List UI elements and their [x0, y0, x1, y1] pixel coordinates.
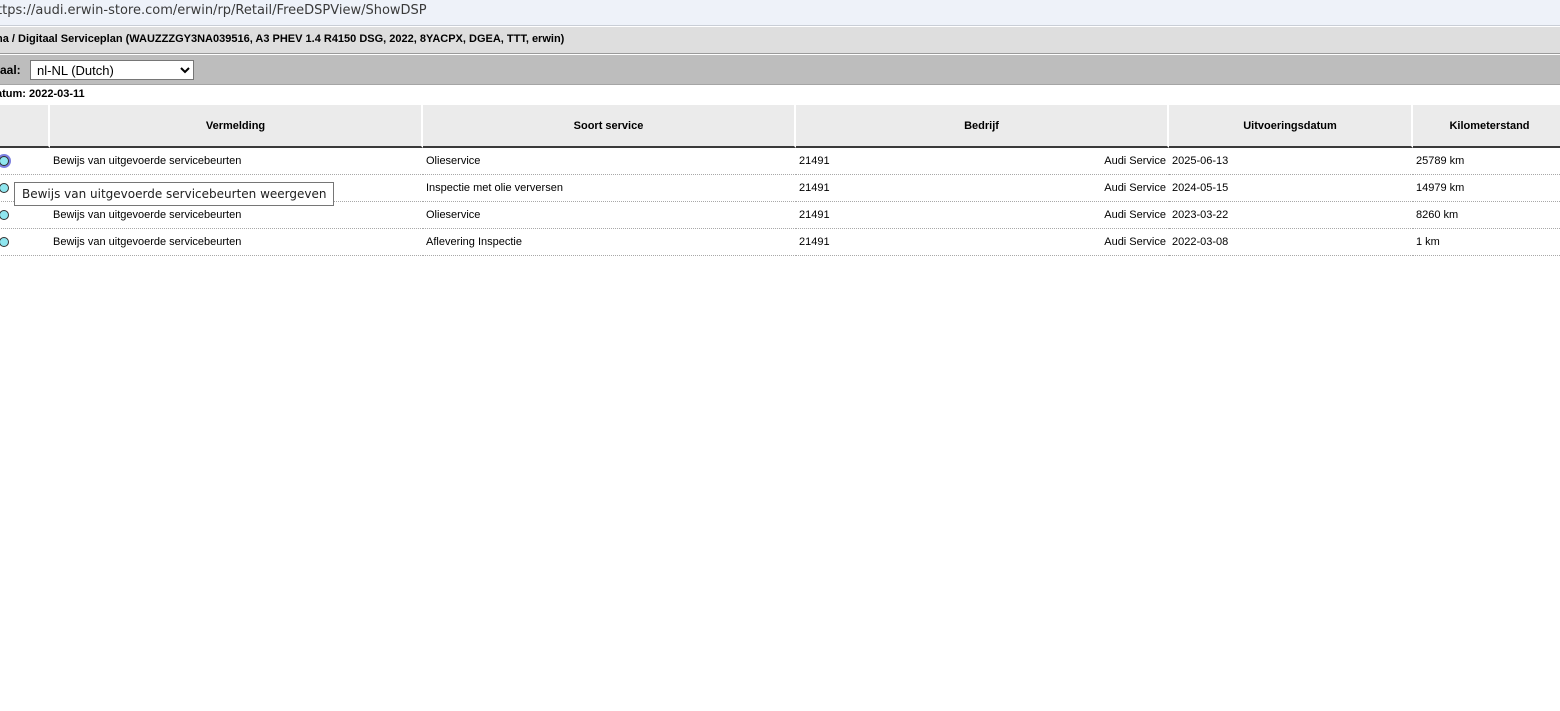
cell-kilometerstand: 14979 km	[1413, 175, 1560, 202]
bedrijf-naam: Audi Service	[1104, 236, 1166, 248]
row-tooltip: Bewijs van uitgevoerde servicebeurten we…	[14, 182, 335, 206]
cell-kilometerstand: 25789 km	[1413, 148, 1560, 175]
cell-bedrijf: 21491 Audi Service	[796, 229, 1169, 256]
cell-vermelding: Bewijs van uitgevoerde servicebeurten	[50, 229, 423, 256]
cell-uitvoeringsdatum: 2024-05-15	[1169, 175, 1413, 202]
cell-soort-service: Aflevering Inspectie	[423, 229, 796, 256]
language-select[interactable]: nl-NL (Dutch)	[30, 60, 194, 80]
table-row[interactable]: Bewijs van uitgevoerde servicebeurten Ol…	[0, 202, 1560, 229]
col-header-select	[0, 105, 50, 148]
col-header-kilometerstand[interactable]: Kilometerstand	[1413, 105, 1560, 148]
cell-kilometerstand: 8260 km	[1413, 202, 1560, 229]
cell-kilometerstand: 1 km	[1413, 229, 1560, 256]
cell-bedrijf: 21491 Audi Service	[796, 202, 1169, 229]
row-select-radio-icon[interactable]	[0, 156, 9, 166]
cell-uitvoeringsdatum: 2025-06-13	[1169, 148, 1413, 175]
bedrijf-code: 21491	[799, 236, 830, 248]
bedrijf-naam: Audi Service	[1104, 155, 1166, 167]
url-text: ttps://audi.erwin-store.com/erwin/rp/Ret…	[0, 3, 427, 18]
col-header-uitvoeringsdatum[interactable]: Uitvoeringsdatum	[1169, 105, 1413, 148]
bedrijf-naam: Audi Service	[1104, 209, 1166, 221]
row-select-radio-icon[interactable]	[0, 237, 9, 247]
cell-soort-service: Olieservice	[423, 202, 796, 229]
cell-soort-service: Inspectie met olie verversen	[423, 175, 796, 202]
bedrijf-code: 21491	[799, 182, 830, 194]
page-title: na / Digitaal Serviceplan (WAUZZZGY3NA03…	[0, 33, 565, 45]
bedrijf-code: 21491	[799, 209, 830, 221]
col-header-soort-service[interactable]: Soort service	[423, 105, 796, 148]
cell-bedrijf: 21491 Audi Service	[796, 175, 1169, 202]
table-row[interactable]: Bewijs van uitgevoerde servicebeurten Ol…	[0, 148, 1560, 175]
cell-uitvoeringsdatum: 2023-03-22	[1169, 202, 1413, 229]
language-label: taal:	[0, 63, 21, 77]
cell-vermelding: Bewijs van uitgevoerde servicebeurten	[50, 148, 423, 175]
cell-soort-service: Olieservice	[423, 148, 796, 175]
table-header-row: Vermelding Soort service Bedrijf Uitvoer…	[0, 105, 1560, 148]
bedrijf-code: 21491	[799, 155, 830, 167]
cell-vermelding: Bewijs van uitgevoerde servicebeurten	[50, 202, 423, 229]
address-bar[interactable]: ttps://audi.erwin-store.com/erwin/rp/Ret…	[0, 0, 1560, 26]
cell-bedrijf: 21491 Audi Service	[796, 148, 1169, 175]
cell-uitvoeringsdatum: 2022-03-08	[1169, 229, 1413, 256]
table-row[interactable]: Bewijs van uitgevoerde servicebeurten Af…	[0, 229, 1560, 256]
col-header-vermelding[interactable]: Vermelding	[50, 105, 423, 148]
service-table: Vermelding Soort service Bedrijf Uitvoer…	[0, 105, 1560, 256]
row-select-radio-icon[interactable]	[0, 210, 9, 220]
page-title-bar: na / Digitaal Serviceplan (WAUZZZGY3NA03…	[0, 27, 1560, 54]
bedrijf-naam: Audi Service	[1104, 182, 1166, 194]
datum-text: atum: 2022-03-11	[0, 88, 85, 100]
col-header-bedrijf[interactable]: Bedrijf	[796, 105, 1169, 148]
row-select-radio-icon[interactable]	[0, 183, 9, 193]
language-bar: taal: nl-NL (Dutch)	[0, 55, 1560, 85]
